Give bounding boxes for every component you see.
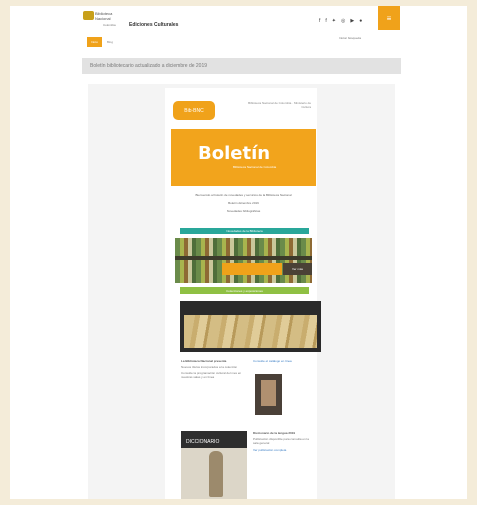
cover-statue [209, 451, 223, 497]
bib-logo[interactable]: Bib·BNC [173, 101, 215, 120]
bib-logo-text: Bib·BNC [184, 107, 204, 114]
home-label: Inicio [90, 40, 98, 44]
book1-link[interactable]: Consulte el catálogo en línea [253, 359, 311, 363]
book1-para: Nuevos títulos incorporados a la colecci… [181, 365, 238, 369]
logo-line3: Colombia [103, 23, 116, 27]
home-button[interactable]: Inicio [87, 37, 102, 47]
book1-para: Consulte la programación cultural del me… [181, 371, 242, 379]
instagram-icon[interactable]: ◎ [341, 18, 345, 24]
newsletter-banner: Boletín Biblioteca Nacional de Colombia [171, 129, 316, 186]
section-bar-collections[interactable]: Colecciones y exposiciones [180, 287, 309, 294]
image-caption-band [222, 263, 282, 275]
twitter-icon[interactable]: ✦ [332, 18, 336, 24]
search-link[interactable]: Iniciar búsqueda [339, 36, 361, 40]
shelf-divider [175, 256, 312, 260]
section-bar-news[interactable]: Novedades de la Biblioteca [180, 228, 309, 234]
logo-mark-icon [83, 11, 94, 20]
menu-button[interactable]: ≡ [378, 6, 400, 30]
section-bar-label: Novedades de la Biblioteca [226, 229, 263, 233]
library-logo[interactable]: Biblioteca Nacional Colombia [83, 11, 116, 29]
book2-cover[interactable]: DICCIONARIO [181, 431, 247, 499]
newsletter-body: Bib·BNC Biblioteca Nacional de Colombia … [165, 88, 321, 499]
book1-link-block: Consulte el catálogo en línea [253, 359, 311, 363]
banner-title: Boletín [198, 143, 271, 164]
section-bar-label: Colecciones y exposiciones [226, 289, 263, 293]
banner-subtitle: Biblioteca Nacional de Colombia [233, 165, 277, 169]
page-title: Boletín bibliotecario actualizado a dici… [90, 63, 208, 69]
flickr-icon[interactable]: ● [359, 18, 362, 24]
youtube-icon[interactable]: ▶ [350, 18, 354, 24]
book2-para: Publicación disponible para consulta en … [253, 437, 309, 445]
page: Biblioteca Nacional Colombia Ediciones C… [10, 6, 467, 499]
menu-icon: ≡ [386, 13, 392, 23]
intro-line: Boletín diciembre 2019 [228, 201, 259, 205]
social-links: f f ✦ ◎ ▶ ● [319, 18, 362, 24]
nav-link-blog[interactable]: Blog [107, 40, 113, 44]
book2-description: Diccionario de la lengua 2019 Publicació… [253, 431, 313, 452]
newsletter-intro: Bienvenido al boletín de novedades y ser… [171, 191, 316, 215]
book2-cover-title: DICCIONARIO [186, 439, 220, 445]
see-more-label: Ver más [291, 267, 303, 271]
newsletter-header-note: Biblioteca Nacional de Colombia · Minist… [248, 101, 311, 109]
book2-title: Diccionario de la lengua 2019 [253, 431, 296, 435]
archive-cards [184, 315, 317, 348]
facebook-icon[interactable]: f [325, 18, 326, 24]
logo-line2: Nacional [95, 16, 111, 21]
site-title[interactable]: Ediciones Culturales [129, 22, 178, 28]
see-more-button[interactable]: Ver más [283, 263, 312, 275]
book1-title: La Biblioteca Nacional presenta [181, 359, 227, 363]
archive-cards-image[interactable] [180, 301, 321, 352]
book1-description: La Biblioteca Nacional presenta Nuevos t… [181, 359, 247, 379]
intro-line: Bienvenido al boletín de novedades y ser… [195, 193, 292, 197]
cover-portrait [261, 380, 276, 406]
facebook-icon[interactable]: f [319, 18, 320, 24]
library-shelves-image[interactable]: Ver más [175, 238, 312, 283]
page-title-bar: Boletín bibliotecario actualizado a dici… [82, 58, 401, 74]
book1-cover[interactable] [255, 374, 282, 415]
intro-line: Novedades bibliográficas [226, 209, 261, 213]
book2-link[interactable]: Ver publicación completa [253, 448, 313, 452]
